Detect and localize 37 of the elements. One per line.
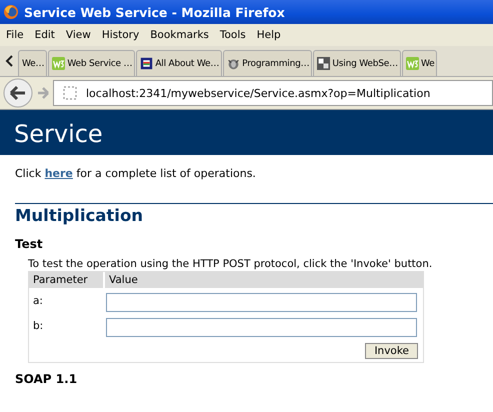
address-field[interactable]: localhost:2341/mywebservice/Service.asmx?op=Multiplication <box>53 80 493 106</box>
w3-icon <box>406 57 419 70</box>
w3-icon <box>52 57 66 70</box>
column-header: Value <box>105 272 423 288</box>
browser-tab[interactable]: Using WebSe… <box>313 50 401 76</box>
back-button-icon[interactable] <box>3 78 33 108</box>
menu-item[interactable]: Help <box>252 29 288 41</box>
browser-logo-icon <box>3 4 19 20</box>
menu-item[interactable]: Bookmarks <box>146 29 216 41</box>
browser-tab[interactable]: Programming… <box>223 50 312 76</box>
parameter-label: b: <box>32 318 44 334</box>
input-field[interactable] <box>106 293 417 312</box>
operation-heading: Multiplication <box>15 203 493 225</box>
menu-item[interactable]: File <box>2 29 31 41</box>
column-header: Parameter <box>29 272 105 288</box>
menu-item[interactable]: History <box>98 29 146 41</box>
grid-icon <box>140 57 154 70</box>
browser-tab[interactable]: We… <box>18 50 48 76</box>
window-title: Service Web Service - Mozilla Firefox <box>24 4 285 20</box>
menu-item[interactable]: Edit <box>30 29 62 41</box>
scroll-left-icon[interactable] <box>5 55 15 67</box>
parameter-label: a: <box>32 294 44 308</box>
input-field[interactable] <box>106 318 417 337</box>
link[interactable]: here <box>44 167 73 180</box>
page-icon <box>62 85 78 101</box>
description-text: To test the operation using the HTTP POST protocol, click the 'Invoke' button. <box>28 258 434 270</box>
section-heading: SOAP 1.1 <box>15 372 78 386</box>
forward-arrow-icon[interactable] <box>36 86 50 100</box>
intro-text: Click here for a complete list of operations. <box>15 167 257 180</box>
menu-item[interactable]: Tools <box>216 29 253 41</box>
section-heading: Test <box>15 237 44 251</box>
browser-tab[interactable]: All About We… <box>136 50 222 76</box>
invoke-button[interactable]: Invoke <box>365 343 418 359</box>
menu-item[interactable]: View <box>62 29 98 41</box>
browser-tab[interactable]: We <box>402 50 438 76</box>
browser-tab[interactable]: Web Service … <box>48 50 136 76</box>
page-banner: Service <box>0 110 493 155</box>
